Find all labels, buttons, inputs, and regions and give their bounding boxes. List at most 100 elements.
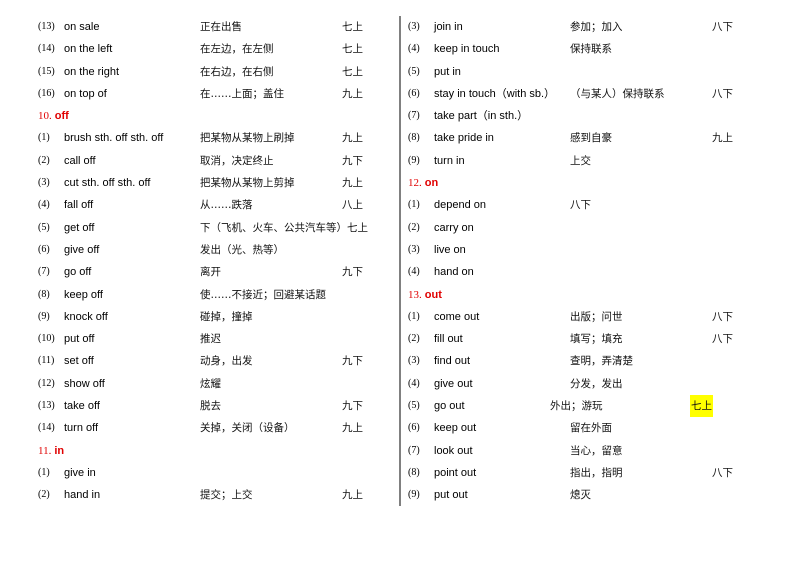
english-phrase: give out [434,377,473,390]
english-phrase: cut sth. off sth. off [64,177,151,190]
phrase-entry: (1) depend on 八下 [408,194,768,216]
entry-number: (1) [38,466,50,478]
section-word: on [424,177,439,190]
chinese-meaning: 关掉，关闭（设备） [200,422,295,435]
phrase-entry: (3) join in 参加；加入 八下 [408,16,768,38]
english-phrase: give off [64,243,100,256]
chinese-meaning: 感到自豪 [570,132,612,145]
phrase-entry: (1) come out 出版；问世 八下 [408,306,768,328]
entry-number: (14) [38,422,55,434]
chinese-meaning: 在左边，在左侧 [200,43,274,56]
phrase-entry: (3) cut sth. off sth. off 把某物从某物上剪掉 九上 [38,172,388,194]
entry-number: (7) [38,266,50,278]
grade-level: 八下 [712,21,733,33]
phrase-entry: (6) stay in touch（with sb.） （与某人）保持联系 八下 [408,83,768,105]
entry-number: (4) [408,377,420,389]
entry-number: (4) [38,199,50,211]
english-phrase: on the left [64,43,113,56]
entry-number: (11) [38,355,55,367]
chinese-meaning: 出版；问世 [570,310,623,323]
english-phrase: knock off [64,310,108,323]
grade-level: 九下 [342,154,363,167]
entry-number: (5) [408,400,420,412]
entry-number: (6) [408,422,420,434]
chinese-meaning: 填写；填充 [570,333,623,346]
chinese-meaning: 把某物从某物上刷掉 [200,132,295,145]
english-phrase: on sale [64,21,100,33]
phrase-entry: (9) turn in 上交 [408,150,768,172]
entry-number: (1) [408,199,420,211]
phrase-entry: (7) take part（in sth.） [408,105,768,127]
phrase-entry: (4) give out 分发，发出 [408,373,768,395]
english-phrase: live on [434,243,466,256]
english-phrase: keep off [64,288,103,301]
section-word: off [54,110,69,123]
grade-level: 七上 [342,65,363,78]
entry-number: (4) [408,43,420,55]
chinese-meaning: 下（飞机、火车、公共汽车等）七上 [200,221,368,234]
chinese-meaning: 正在出售 [200,21,242,33]
entry-number: (9) [408,154,420,166]
phrase-entry: (2) fill out 填写；填充 八下 [408,328,768,350]
phrase-entry: (6) keep out 留在外面 [408,417,768,439]
section-heading: 11. in [38,440,388,462]
grade-level: 九上 [342,177,363,190]
phrase-entry: (16) on top of 在……上面；盖住 九上 [38,83,388,105]
chinese-meaning: 脱去 [200,400,221,413]
entry-number: (4) [408,266,420,278]
section-number: 12. [408,177,422,190]
entry-number: (2) [38,154,50,166]
phrase-entry: (8) keep off 使……不接近；回避某话题 [38,284,388,306]
grade-level: 九上 [342,87,363,100]
entry-number: (5) [38,221,50,233]
section-heading: 12. on [408,172,768,194]
section-number: 10. [38,110,52,123]
phrase-entry: (11) set off 动身，出发 九下 [38,350,388,372]
entry-number: (14) [38,43,55,55]
english-phrase: on top of [64,87,107,100]
phrase-entry: (12) show off 炫耀 [38,373,388,395]
chinese-meaning: 指出，指明 [570,466,623,479]
english-phrase: fall off [64,199,94,212]
chinese-meaning: 取消，决定终止 [200,154,274,167]
grade-level: 七上 [342,21,363,33]
entry-number: (13) [38,400,55,412]
english-phrase: keep out [434,422,477,435]
phrase-entry: (8) point out 指出，指明 八下 [408,462,768,484]
phrase-entry: (1) give in [38,462,388,484]
grade-level: 八下 [712,310,733,323]
phrase-entry: (14) turn off 关掉，关闭（设备） 九上 [38,417,388,439]
phrase-entry: (10) put off 推迟 [38,328,388,350]
phrase-entry: (6) give off 发出（光、热等） [38,239,388,261]
entry-number: (9) [38,310,50,322]
entry-number: (6) [38,243,50,255]
english-phrase: set off [64,355,94,368]
grade-level: 八下 [712,87,733,100]
phrase-entry: (2) hand in 提交；上交 九上 [38,484,388,506]
english-phrase: hand on [434,266,474,279]
phrase-entry: (2) carry on [408,217,768,239]
chinese-meaning: 外出；游玩 [550,400,603,413]
grade-level: 九上 [712,132,733,145]
grade-level: 七上 [342,43,363,56]
section-word: in [54,444,65,457]
right-column: (3) join in 参加；加入 八下 (4) keep in touch 保持联系 (5)… [408,16,768,507]
phrase-entry: (3) live on [408,239,768,261]
entry-number: (3) [408,21,420,32]
entry-number: (10) [38,333,55,345]
chinese-meaning: 上交 [570,154,591,167]
chinese-meaning: 离开 [200,266,221,279]
section-heading: 13. out [408,284,768,306]
english-phrase: fill out [434,333,463,346]
chinese-meaning: 从……跌落 [200,199,253,212]
english-phrase: find out [434,355,471,368]
entry-number: (1) [408,310,420,322]
phrase-entry: (13) take off 脱去 九下 [38,395,388,417]
entry-number: (7) [408,110,420,122]
entry-number: (13) [38,21,55,32]
entry-number: (7) [408,444,420,456]
chinese-meaning: 把某物从某物上剪掉 [200,177,295,190]
phrase-entry: (8) take pride in 感到自豪 九上 [408,127,768,149]
chinese-meaning: 使……不接近；回避某话题 [200,288,326,301]
chinese-meaning: 留在外面 [570,422,612,435]
